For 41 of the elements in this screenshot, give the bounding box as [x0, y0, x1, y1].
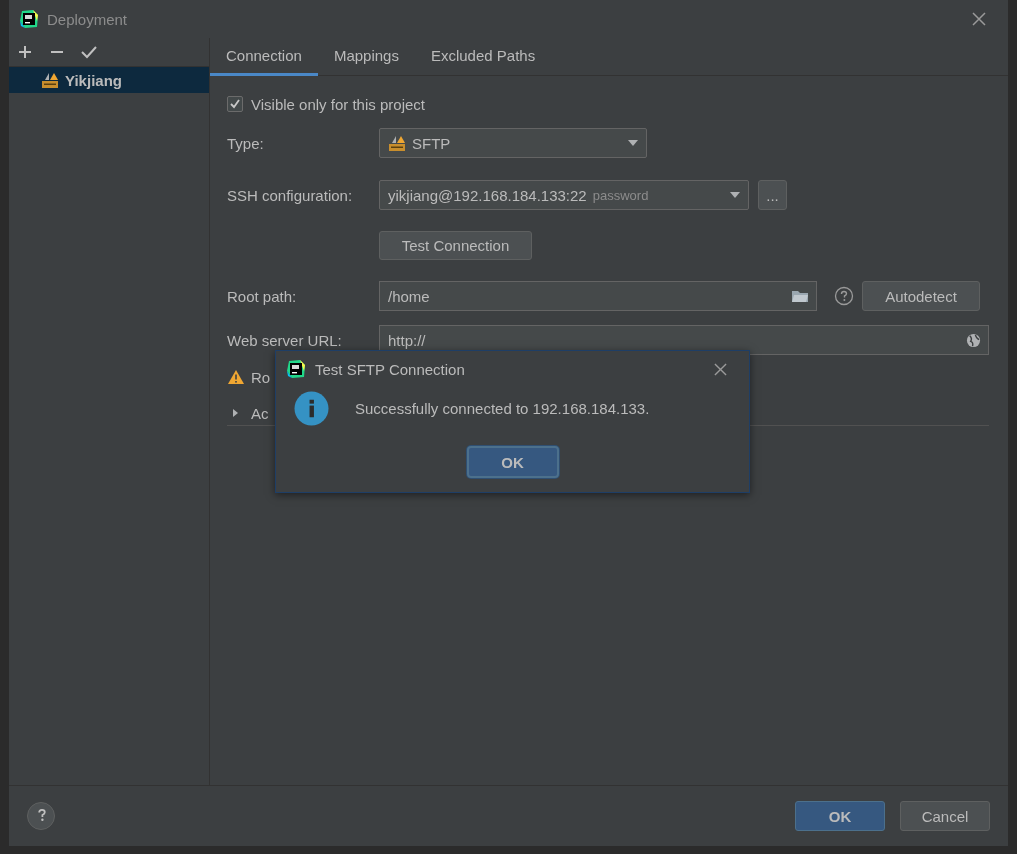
checkmark-icon[interactable]: [81, 44, 97, 60]
tab[interactable]: Connection: [210, 38, 318, 76]
help-icon[interactable]: [834, 286, 854, 306]
dropdown-arrow-icon: [730, 192, 740, 198]
app-logo-icon: [286, 359, 306, 379]
field-label: Web server URL:: [227, 331, 343, 349]
ssh-dropdown[interactable]: yikjiang@192.168.184.133:22 password: [379, 180, 749, 210]
test-connection-button[interactable]: Test Connection: [379, 231, 532, 260]
globe-icon: [966, 332, 981, 348]
field-label: Root path:: [227, 287, 298, 305]
server-icon: [388, 134, 406, 152]
root-path-field[interactable]: /home: [379, 281, 817, 311]
type-dropdown[interactable]: SFTP: [379, 128, 647, 158]
close-icon[interactable]: [972, 12, 986, 26]
field-label: SSH configuration:: [227, 186, 354, 204]
dialog-title: Test SFTP Connection: [315, 360, 466, 378]
section-title[interactable]: Ac: [251, 404, 269, 422]
help-button[interactable]: [27, 802, 55, 830]
ok-button[interactable]: OK: [466, 446, 559, 478]
dialog-message: Successfully connected to 192.168.184.133.: [355, 400, 650, 417]
dropdown-arrow-icon: [628, 140, 638, 146]
window-title: Deployment: [47, 10, 129, 28]
warning-text: Ro: [251, 368, 271, 386]
web-url-field[interactable]: http://: [379, 325, 989, 355]
server-item[interactable]: Yikjiang: [9, 67, 209, 93]
folder-icon[interactable]: [791, 289, 809, 303]
cancel-button[interactable]: Cancel: [900, 801, 990, 831]
browse-button[interactable]: ...: [758, 180, 787, 210]
info-icon: [294, 391, 329, 426]
warning-icon: [227, 369, 245, 385]
add-icon[interactable]: [17, 44, 33, 60]
field-label: Type:: [227, 134, 265, 152]
checkbox-label: Visible only for this project: [251, 95, 425, 113]
server-icon: [41, 71, 59, 89]
autodetect-button[interactable]: Autodetect: [862, 281, 980, 311]
app-logo-icon: [19, 9, 39, 29]
checkbox[interactable]: [227, 96, 243, 112]
ok-button[interactable]: OK: [795, 801, 885, 831]
tab[interactable]: Mappings: [317, 38, 415, 76]
close-icon[interactable]: [714, 362, 727, 376]
tab[interactable]: Excluded Paths: [414, 38, 552, 76]
